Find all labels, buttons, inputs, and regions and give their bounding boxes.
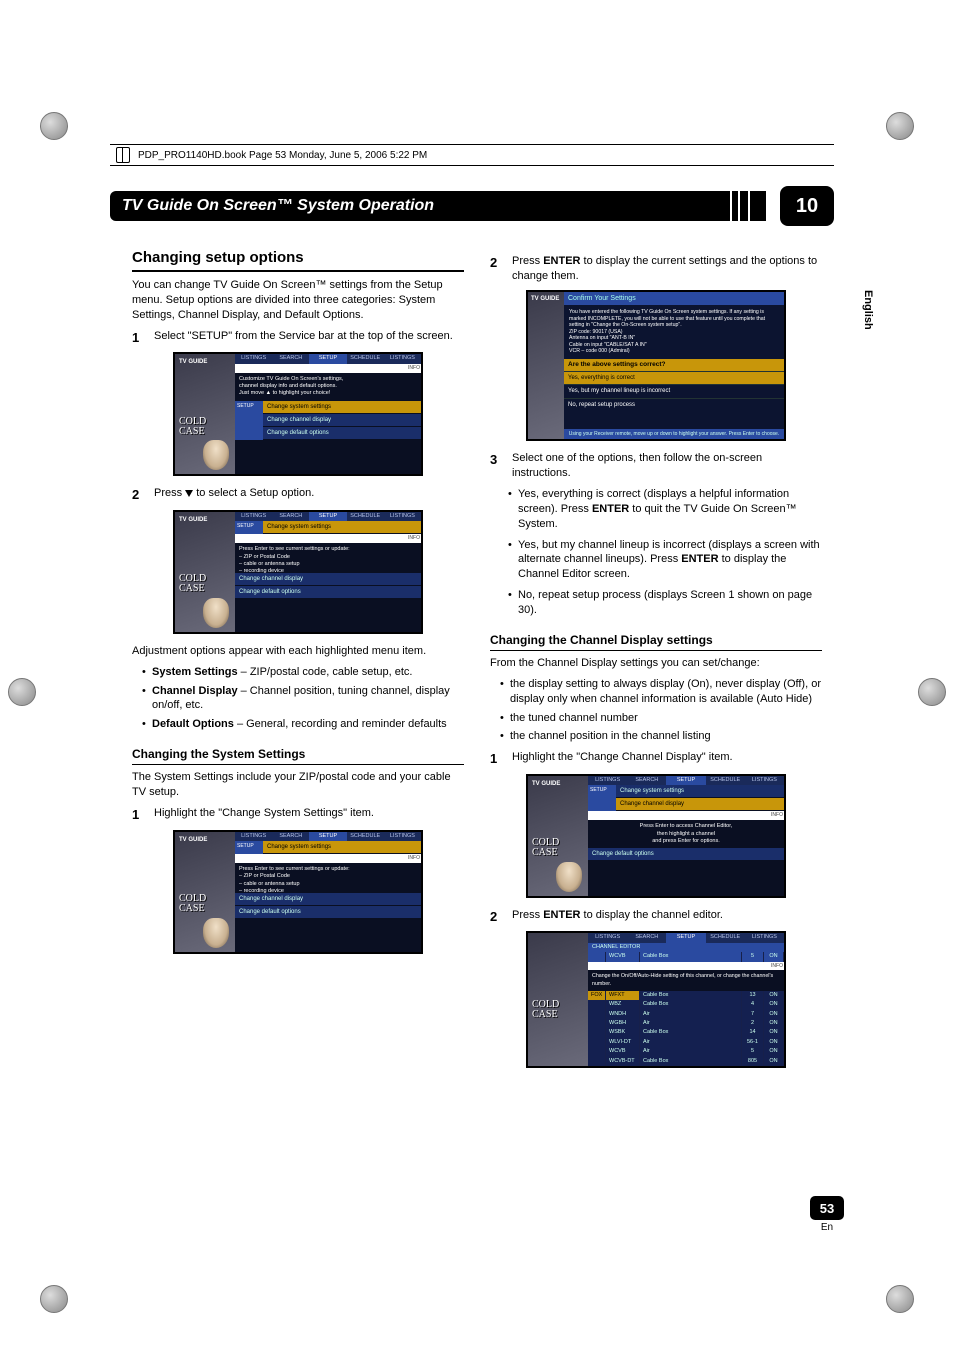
para-channel-display: From the Channel Display settings you ca… [490,656,822,671]
bullet-channel-display: Channel Display – Channel position, tuni… [142,684,464,714]
chapter-title: TV Guide On Screen™ System Operation [122,197,434,215]
cd-step-1-number: 1 [490,750,504,768]
step-1-number: 1 [132,329,146,347]
cd-step-2-number: 2 [490,908,504,926]
book-icon [116,147,130,163]
right-column: 2 Press ENTER to display the current set… [490,248,822,1201]
crop-mark-mid-left [8,670,52,714]
cd-step-1-text: Highlight the "Change Channel Display" i… [512,750,822,768]
heading-changing-setup: Changing setup options [132,248,464,272]
right-step-2-text: Press ENTER to display the current setti… [512,254,822,284]
editor-row: WGBHAir2ON [588,1019,784,1028]
left-column: Changing setup options You can change TV… [132,248,464,1201]
page-number: 53 [810,1196,844,1220]
para-changing-setup: You can change TV Guide On Screen™ setti… [132,278,464,323]
editor-row: WSBKCable Box14ON [588,1028,784,1037]
crop-mark-mid-right [902,670,946,714]
crop-mark-bottom-right [870,1277,914,1321]
right-step-3-number: 3 [490,451,504,481]
page-lang: En [810,1222,844,1233]
bullet-default-options: Default Options – General, recording and… [142,717,464,732]
screenshot-channel-editor: COLDCASE LISTINGS SEARCH SETUP SCHEDULE … [526,931,786,1068]
cd-bullet-3: the channel position in the channel list… [500,729,822,744]
cd-step-2-text: Press ENTER to display the channel edito… [512,908,822,926]
right-step-3-text: Select one of the options, then follow t… [512,451,822,481]
chapter-bar: TV Guide On Screen™ System Operation 10 [110,186,834,226]
screenshot-change-system-settings: TV GUIDE COLDCASE LISTINGS SEARCH SETUP … [173,830,423,954]
screenshot-system-settings-desc: TV GUIDE COLDCASE LISTINGS SEARCH SETUP … [173,510,423,634]
para-adjustment-options: Adjustment options appear with each high… [132,644,464,659]
tvguide-logo: TV GUIDE [179,358,207,366]
crop-mark-top-right [870,104,914,148]
right-step-2-number: 2 [490,254,504,284]
crop-mark-top-left [40,104,84,148]
para-system-settings: The System Settings include your ZIP/pos… [132,770,464,800]
step-2-text: Press to select a Setup option. [154,486,464,504]
language-tab: English [862,290,874,330]
bullet-system-settings: System Settings – ZIP/postal code, cable… [142,665,464,680]
chapter-number: 10 [780,186,834,226]
screenshot-channel-display: TV GUIDE COLDCASE LISTINGS SEARCH SETUP … [526,774,786,898]
page-footer: 53 En [810,1196,844,1233]
option-yes-correct: Yes, everything is correct (displays a h… [508,487,822,532]
option-no-repeat: No, repeat setup process (displays Scree… [508,588,822,618]
editor-row: WLVI-DTAir56-1ON [588,1038,784,1047]
down-arrow-icon [185,490,193,497]
book-header-text: PDP_PRO1140HD.book Page 53 Monday, June … [138,150,427,161]
thumbnail-face [203,440,229,470]
screenshot-setup-overview: TV GUIDE COLDCASE LISTINGS SEARCH SETUP … [173,352,423,476]
book-header: PDP_PRO1140HD.book Page 53 Monday, June … [110,144,834,166]
editor-row: WCVBAir5ON [588,1047,784,1056]
sys-step-1-text: Highlight the "Change System Settings" i… [154,806,464,824]
heading-channel-display: Changing the Channel Display settings [490,632,822,651]
editor-row: WBZCable Box4ON [588,1000,784,1009]
heading-system-settings: Changing the System Settings [132,746,464,765]
step-2-number: 2 [132,486,146,504]
cd-bullet-2: the tuned channel number [500,711,822,726]
crop-mark-bottom-left [40,1277,84,1321]
editor-row: WCVB-DTCable Box805ON [588,1057,784,1066]
step-1-text: Select "SETUP" from the Service bar at t… [154,329,464,347]
sys-step-1-number: 1 [132,806,146,824]
screenshot-confirm-settings: TV GUIDE Confirm Your Settings You have … [526,290,786,442]
editor-row: WNDHAir7ON [588,1010,784,1019]
cd-bullet-1: the display setting to always display (O… [500,677,822,707]
option-yes-lineup-wrong: Yes, but my channel lineup is incorrect … [508,538,822,583]
editor-row: FOXWFXTCable Box13ON [588,991,784,1000]
